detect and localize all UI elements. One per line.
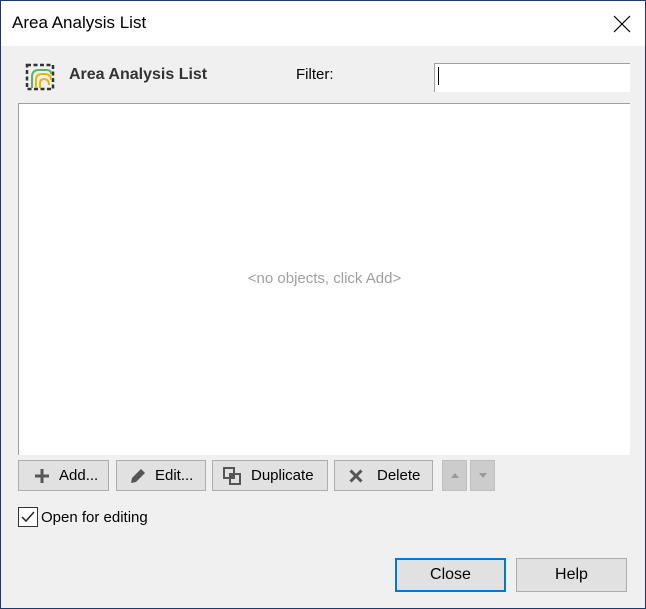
x-icon [345,466,367,486]
close-button[interactable]: Close [395,558,506,592]
close-window-button[interactable] [599,1,645,46]
empty-list-message: <no objects, click Add> [247,270,402,287]
close-x-icon [613,15,631,32]
triangle-down-icon [478,473,487,478]
move-down-button[interactable] [470,460,495,491]
duplicate-button[interactable]: Duplicate [212,460,328,491]
help-button[interactable]: Help [516,558,627,592]
plus-icon [31,466,53,486]
edit-button-label: Edit... [155,467,194,484]
move-up-button[interactable] [442,460,467,491]
open-for-editing-option[interactable]: Open for editing [18,506,148,528]
text-caret [438,67,439,85]
filter-label: Filter: [296,66,334,83]
add-button[interactable]: Add... [18,460,109,491]
area-analysis-icon [25,63,55,91]
add-button-label: Add... [59,467,99,484]
title-bar: Area Analysis List [1,1,645,46]
open-for-editing-checkbox[interactable] [18,507,38,527]
delete-button-label: Delete [377,467,421,484]
edit-button[interactable]: Edit... [116,460,206,491]
header-title: Area Analysis List [69,66,208,83]
checkmark-icon [21,511,35,523]
duplicate-button-label: Duplicate [251,467,314,484]
filter-input[interactable] [434,63,630,92]
dialog-window: Area Analysis List Area Analysis List Fi… [0,0,646,609]
window-title: Area Analysis List [12,13,147,32]
triangle-up-icon [450,473,459,478]
delete-button[interactable]: Delete [334,460,433,491]
object-list[interactable]: <no objects, click Add> [18,103,630,455]
open-for-editing-label: Open for editing [41,508,148,526]
duplicate-icon [221,466,243,486]
pencil-icon [127,466,149,486]
